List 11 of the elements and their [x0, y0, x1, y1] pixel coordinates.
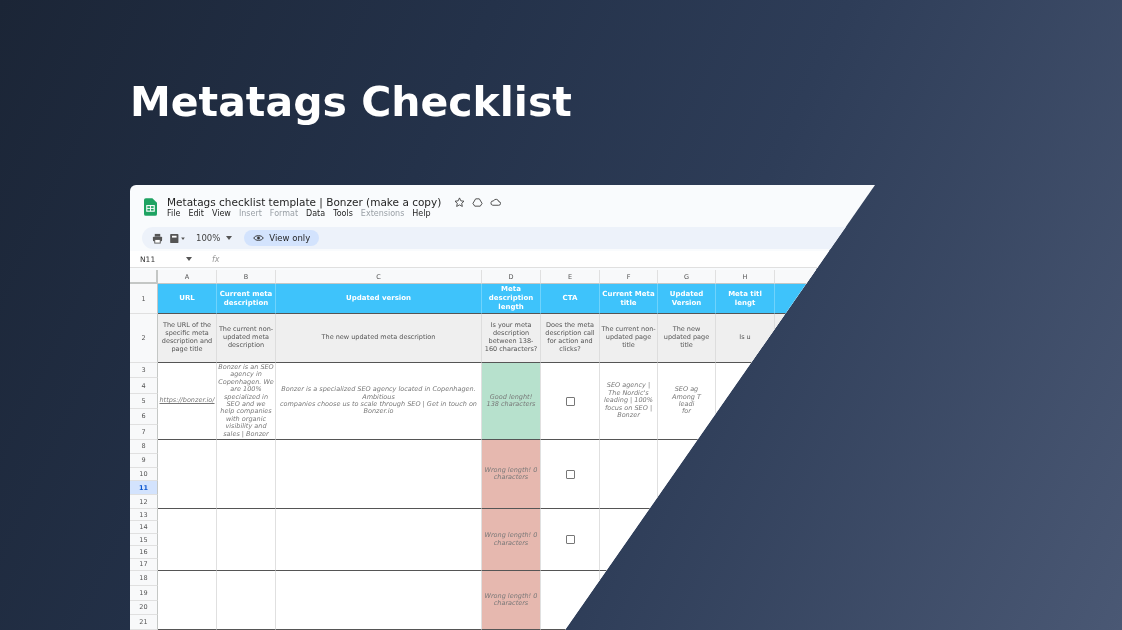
document-title: Metatags checklist template | Bonzer (make a copy)	[167, 196, 442, 208]
page-headline: Metatags Checklist	[130, 78, 572, 126]
menu-item[interactable]: File	[167, 209, 181, 218]
menu-item[interactable]: View	[211, 209, 231, 218]
menu-item[interactable]: Data	[306, 209, 326, 218]
formula-label: fx	[212, 254, 220, 264]
menu-item[interactable]: Tools	[333, 209, 353, 218]
menu-item[interactable]: Edit	[188, 209, 204, 218]
zoom-dropdown[interactable]: 100%	[196, 233, 221, 243]
menu-item[interactable]: Help	[412, 209, 431, 218]
view-only-button[interactable]: View only	[244, 230, 320, 246]
